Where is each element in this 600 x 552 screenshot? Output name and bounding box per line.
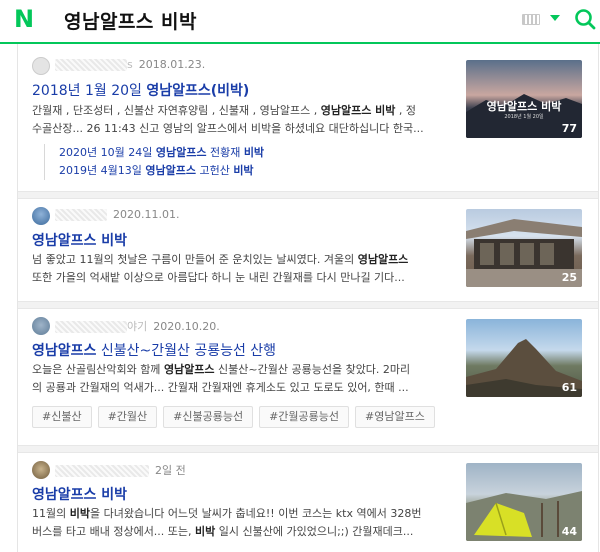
result-card[interactable]: s 2018.01.23. 2018년 1월 20일 영남알프스(비박) 간월재 … xyxy=(18,46,598,191)
related-post-link[interactable]: 2019년 4월13일 영남알프스 고헌산 비박 xyxy=(59,162,264,180)
result-thumbnail[interactable]: 영남알프스 비박 2018년 1월 20일 77 xyxy=(466,60,582,138)
hashtag[interactable]: #신불공룡능선 xyxy=(163,406,254,428)
divider xyxy=(18,191,598,199)
result-card[interactable]: 2일 전 영남알프스 비박 11월의 비박을 다녀왔습니다 어느덧 날씨가 춥네… xyxy=(18,453,598,552)
related-highlight: 비박 xyxy=(233,164,254,177)
divider xyxy=(18,445,598,453)
search-icon[interactable] xyxy=(574,8,596,30)
hashtag[interactable]: #영남알프스 xyxy=(355,406,435,428)
chevron-down-icon[interactable] xyxy=(550,15,560,21)
result-thumbnail[interactable]: 25 xyxy=(466,209,582,287)
snippet-text: 수골산장... 26 11:43 신고 영남의 알프스에서 비박을 하셨네요 대… xyxy=(32,122,424,135)
snippet-highlight: 영남알프스 비박 xyxy=(320,104,396,117)
snippet-text: 간월재 , 단조성터 , 신불산 자연휴양림 , 신불재 , 영남알프스 , xyxy=(32,104,321,117)
result-title[interactable]: 영남알프스 비박 xyxy=(32,484,127,504)
author-line: s 2018.01.23. xyxy=(55,58,205,71)
result-snippet: 넘 좋았고 11월의 첫날은 구름이 만들어 준 운치있는 날씨였다. 겨울의 … xyxy=(32,251,462,287)
result-title[interactable]: 영남알프스 비박 xyxy=(32,230,127,250)
result-title[interactable]: 영남알프스 신불산~간월산 공룡능선 산행 xyxy=(32,340,276,360)
snippet-highlight: 비박 xyxy=(69,507,90,520)
related-posts: 2020년 10월 24일 영남알프스 전황재 비박 2019년 4월13일 영… xyxy=(44,144,264,180)
hashtag[interactable]: #신불산 xyxy=(32,406,92,428)
author-suffix: s xyxy=(127,58,133,71)
naver-logo[interactable]: N xyxy=(14,7,34,31)
author-line: 야기 2020.10.20. xyxy=(55,318,220,334)
avatar xyxy=(32,57,50,75)
blurred-author xyxy=(55,59,127,71)
title-highlight: 영남알프스 비박 xyxy=(32,487,128,503)
tag-list: #신불산 #간월산 #신불공룡능선 #간월공룡능선 #영남알프스 xyxy=(32,405,441,428)
hashtag[interactable]: #간월공룡능선 xyxy=(259,406,350,428)
photo-count: 77 xyxy=(561,122,577,135)
related-text: 2019년 4월13일 xyxy=(59,164,146,177)
snippet-text: 오늘은 산골림산악회와 함께 xyxy=(32,363,164,376)
blurred-author xyxy=(55,209,107,221)
post-date: 2일 전 xyxy=(155,464,186,477)
result-card[interactable]: 야기 2020.10.20. 영남알프스 신불산~간월산 공룡능선 산행 오늘은 … xyxy=(18,309,598,445)
snippet-text: 11월의 xyxy=(32,507,70,520)
thumb-subtitle: 2018년 1월 20일 xyxy=(504,114,544,120)
title-highlight: 영남알프스(비박) xyxy=(146,83,250,99)
frame-right xyxy=(598,44,599,552)
author-line: 2일 전 xyxy=(55,462,186,478)
result-title[interactable]: 2018년 1월 20일 영남알프스(비박) xyxy=(32,80,249,100)
result-snippet: 오늘은 산골림산악회와 함께 영남알프스 신불산~간월산 공룡능선을 찾았다. … xyxy=(32,361,462,397)
result-snippet: 간월재 , 단조성터 , 신불산 자연휴양림 , 신불재 , 영남알프스 , 영… xyxy=(32,102,462,138)
title-highlight: 영남알프스 xyxy=(32,343,97,359)
related-highlight: 비박 xyxy=(243,146,265,159)
photo-count: 61 xyxy=(561,381,577,394)
post-date: 2020.10.20. xyxy=(153,320,220,333)
search-query[interactable]: 영남알프스 비박 xyxy=(64,7,197,34)
hashtag[interactable]: #간월산 xyxy=(97,406,158,428)
author-suffix: 야기 xyxy=(127,320,148,333)
snippet-text: 을 다녀왔습니다 어느덧 날씨가 춥네요!! 이번 코스는 ktx 역에서 32… xyxy=(89,507,422,520)
title-text: 신불산~간월산 공룡능선 산행 xyxy=(96,343,277,359)
avatar xyxy=(32,207,50,225)
snippet-text: 버스를 타고 배내 정상에서... 또는, xyxy=(32,525,196,538)
post-date: 2020.11.01. xyxy=(113,208,180,221)
related-text: 전황재 xyxy=(206,146,244,159)
related-highlight: 영남알프스 xyxy=(155,146,207,159)
related-post-link[interactable]: 2020년 10월 24일 영남알프스 전황재 비박 xyxy=(59,144,264,162)
thumb-title: 영남알프스 비박 xyxy=(486,100,562,113)
snippet-text: 넘 좋았고 11월의 첫날은 구름이 만들어 준 운치있는 날씨였다. 겨울의 xyxy=(32,253,358,266)
snippet-text: , 정 xyxy=(395,104,417,117)
result-thumbnail[interactable]: 44 xyxy=(466,463,582,541)
blurred-author xyxy=(55,321,127,333)
snippet-highlight: 영남알프스 xyxy=(357,253,409,266)
result-thumbnail[interactable]: 61 xyxy=(466,319,582,397)
snippet-text: 신불산~간월산 공룡능선을 찾았다. 2마리 xyxy=(214,363,411,376)
result-snippet: 11월의 비박을 다녀왔습니다 어느덧 날씨가 춥네요!! 이번 코스는 ktx… xyxy=(32,505,462,541)
related-highlight: 영남알프스 xyxy=(145,164,196,177)
title-highlight: 영남알프스 비박 xyxy=(32,233,128,249)
avatar xyxy=(32,317,50,335)
keyboard-icon[interactable] xyxy=(522,14,540,25)
snippet-text: 일시 신불산에 가있었으니;;) 간월재데크... xyxy=(215,525,414,538)
photo-count: 44 xyxy=(561,525,577,538)
author-line: 2020.11.01. xyxy=(55,208,179,221)
result-card[interactable]: 2020.11.01. 영남알프스 비박 넘 좋았고 11월의 첫날은 구름이 … xyxy=(18,199,598,301)
snippet-text: 또한 가을의 억새밭 이상으로 아름답다 하니 눈 내린 간월재를 다시 만나길… xyxy=(32,271,405,284)
divider xyxy=(18,301,598,309)
snippet-highlight: 비박 xyxy=(195,525,216,538)
search-header: N 영남알프스 비박 xyxy=(0,0,600,44)
post-date: 2018.01.23. xyxy=(138,58,206,71)
title-text: 2018년 1월 20일 xyxy=(32,83,147,99)
photo-count: 25 xyxy=(561,271,577,284)
avatar xyxy=(32,461,50,479)
snippet-text: 의 공룡과 간월재의 억새가... 간월재 간월재엔 휴게소도 있고 도로도 있… xyxy=(32,381,409,394)
related-text: 2020년 10월 24일 xyxy=(59,146,156,159)
blurred-author xyxy=(55,465,149,477)
related-text: 고헌산 xyxy=(195,164,234,177)
snippet-highlight: 영남알프스 xyxy=(163,363,215,376)
